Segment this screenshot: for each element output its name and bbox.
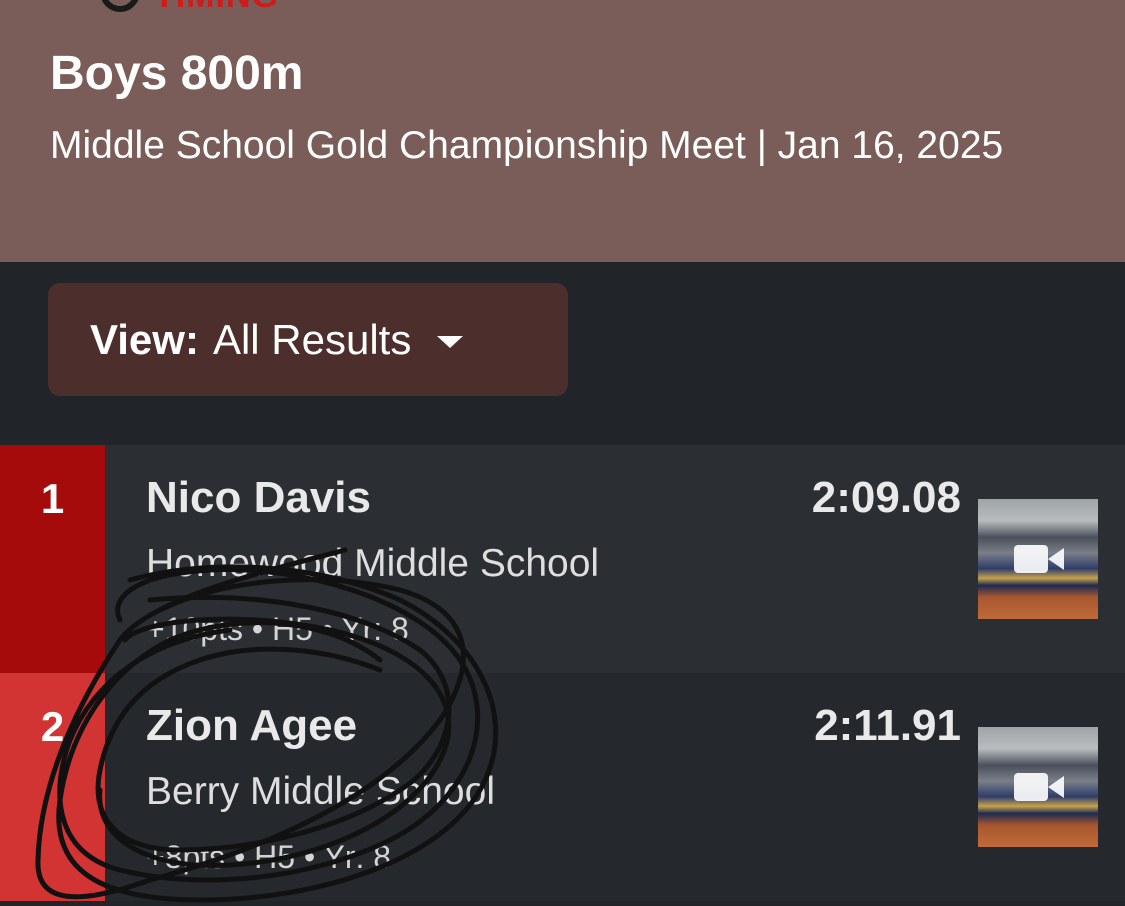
view-filter-value: All Results — [212, 315, 412, 363]
video-camera-icon — [1014, 773, 1048, 801]
logo-text: TIMING — [154, 0, 279, 14]
video-camera-lens-icon — [1048, 776, 1064, 798]
result-meta: +8pts • H5 • Yr: 8 — [146, 839, 392, 875]
school-name: Homewood Middle School — [146, 542, 600, 585]
view-filter-label: View: — [90, 315, 199, 363]
result-time: 2:11.91 — [814, 701, 961, 750]
place-badge: 1 — [0, 445, 105, 673]
result-row[interactable]: 2 Zion Agee Berry Middle School +8pts • … — [0, 673, 1125, 901]
event-title: Boys 800m — [50, 47, 304, 100]
race-video-thumbnail[interactable] — [978, 727, 1098, 847]
result-row[interactable]: 1 Nico Davis Homewood Middle School +10p… — [0, 445, 1125, 673]
school-name: Berry Middle School — [146, 770, 495, 813]
logo-mark-icon — [100, 0, 140, 12]
view-filter-dropdown[interactable]: View: All Results — [48, 283, 568, 396]
chevron-down-icon — [437, 335, 464, 348]
video-camera-lens-icon — [1048, 548, 1064, 570]
result-time: 2:09.08 — [811, 473, 961, 522]
meet-info: Middle School Gold Championship Meet | J… — [50, 124, 1004, 167]
results-list: 1 Nico Davis Homewood Middle School +10p… — [0, 445, 1125, 901]
video-camera-icon — [1014, 545, 1048, 573]
race-video-thumbnail[interactable] — [978, 499, 1098, 619]
athlete-name: Zion Agee — [146, 701, 358, 750]
brand-logo[interactable]: TIMING — [100, 0, 279, 14]
athlete-name: Nico Davis — [146, 473, 371, 522]
result-meta: +10pts • H5 • Yr: 8 — [146, 611, 409, 647]
place-badge: 2 — [0, 673, 105, 901]
event-header: TIMING Boys 800m Middle School Gold Cham… — [0, 0, 1125, 262]
